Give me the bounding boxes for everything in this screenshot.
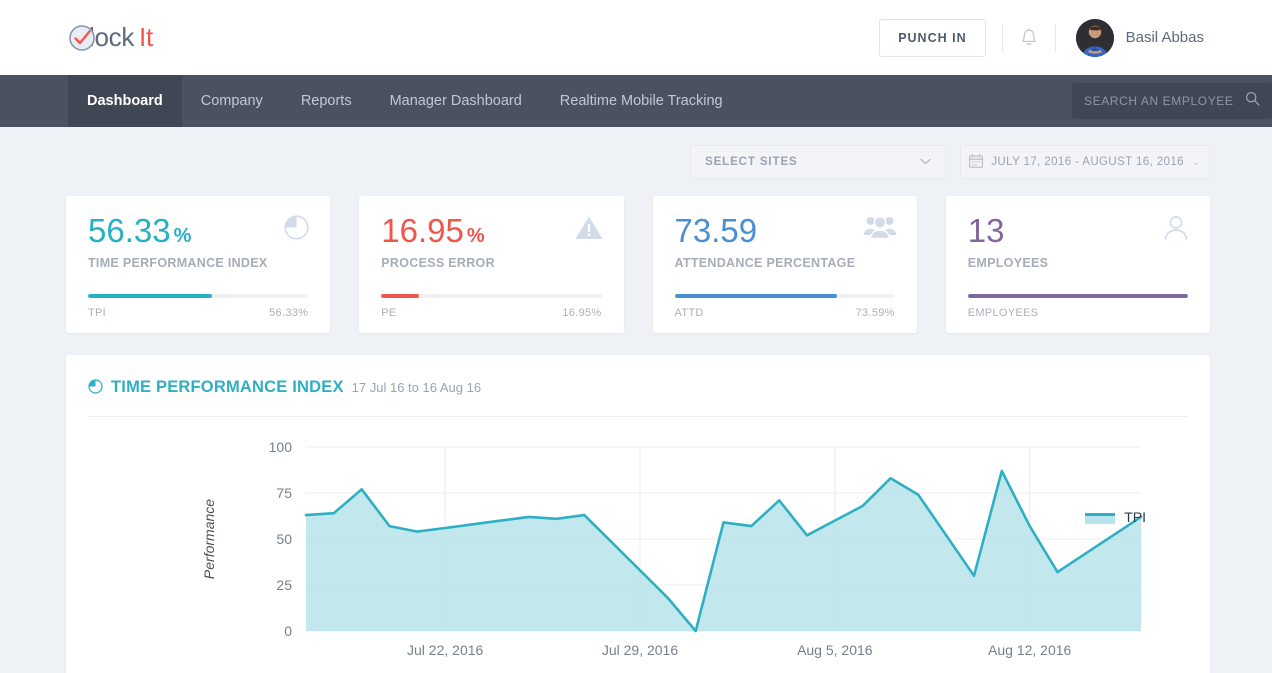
chart-plot-area: 0 25 50 75 100 Jul 22, 2016 Jul 29, 2016 Aug 5,… [88, 417, 1188, 673]
nav-item-realtime-mobile-tracking[interactable]: Realtime Mobile Tracking [541, 75, 742, 127]
filter-row: SELECT SITES JULY 17, 2016 - AUGUST 16, … [0, 127, 1272, 179]
chart-subtitle: 17 Jul 16 to 16 Aug 16 [351, 380, 482, 395]
kpi-value: 16.95% [381, 212, 485, 249]
calendar-icon [969, 153, 984, 171]
chart-legend: TPI [1085, 509, 1146, 525]
kpi-cards: 56.33% TIME PERFORMANCE INDEX TPI 56.33%… [0, 179, 1272, 333]
kpi-code: EMPLOYEES [967, 307, 1039, 319]
user-icon [1162, 214, 1190, 247]
chevron-down-icon [920, 156, 931, 168]
logo-text: lock It [89, 22, 153, 53]
kpi-code: PE [381, 307, 397, 319]
chevron-down-icon: ⌄ [1191, 156, 1201, 168]
date-range-picker[interactable]: JULY 17, 2016 - AUGUST 16, 2016 ⌄ [960, 145, 1210, 179]
bell-icon[interactable] [1019, 27, 1039, 49]
kpi-card-employees[interactable]: 13 EMPLOYEES EMPLOYEES [945, 196, 1210, 333]
kpi-footer: PE 16.95% [381, 307, 601, 319]
kpi-value: 73.59 [674, 212, 758, 249]
kpi-percent: 73.59% [855, 307, 895, 319]
divider [1001, 23, 1003, 52]
svg-text:25: 25 [276, 577, 292, 593]
app-logo[interactable]: lock It [68, 22, 153, 53]
divider [1054, 23, 1056, 52]
kpi-footer: EMPLOYEES [968, 307, 1188, 319]
search-input[interactable] [1084, 94, 1245, 108]
search-icon[interactable] [1245, 91, 1260, 111]
search-box[interactable] [1072, 83, 1272, 119]
nav-item-reports[interactable]: Reports [282, 75, 371, 127]
kpi-value: 13 [967, 212, 1005, 249]
kpi-progress-bar [88, 294, 309, 298]
kpi-progress-bar [967, 294, 1188, 298]
chart-header: TIME PERFORMANCE INDEX 17 Jul 16 to 16 A… [88, 377, 1188, 397]
legend-swatch-tpi [1085, 511, 1116, 524]
time-performance-index-area-chart[interactable]: 0 25 50 75 100 Jul 22, 2016 Jul 29, 2016 Aug 5,… [66, 417, 1166, 673]
header-right: PUNCH IN Basil Abbas [879, 18, 1204, 57]
kpi-value: 56.33% [88, 212, 192, 249]
legend-label-tpi: TPI [1124, 509, 1146, 525]
punch-in-button[interactable]: PUNCH IN [879, 18, 986, 57]
pie-chart-icon [283, 214, 310, 246]
kpi-label: ATTENDANCE PERCENTAGE [674, 256, 856, 270]
kpi-card-attendance[interactable]: 73.59 ATTENDANCE PERCENTAGE ATTD 73.59% [652, 196, 917, 333]
main-nav: Dashboard Company Reports Manager Dashbo… [0, 75, 1272, 127]
select-sites-dropdown[interactable]: SELECT SITES [690, 145, 946, 179]
kpi-label: EMPLOYEES [967, 256, 1049, 270]
kpi-code: TPI [88, 307, 107, 319]
svg-text:100: 100 [269, 439, 293, 455]
svg-text:Aug 5, 2016: Aug 5, 2016 [797, 642, 873, 658]
kpi-progress-bar [674, 294, 895, 298]
chart-card: TIME PERFORMANCE INDEX 17 Jul 16 to 16 A… [66, 355, 1210, 673]
date-range-label: JULY 17, 2016 - AUGUST 16, 2016 [991, 156, 1184, 168]
kpi-progress-bar [381, 294, 602, 298]
svg-text:Aug 12, 2016: Aug 12, 2016 [988, 642, 1072, 658]
kpi-label: TIME PERFORMANCE INDEX [88, 256, 268, 270]
logo-text-accent: It [139, 22, 153, 52]
user-name[interactable]: Basil Abbas [1126, 29, 1204, 46]
kpi-card-process-error[interactable]: 16.95% PROCESS ERROR PE 16.95% [359, 196, 624, 333]
nav-item-manager-dashboard[interactable]: Manager Dashboard [371, 75, 541, 127]
svg-text:Performance: Performance [201, 499, 217, 579]
avatar[interactable] [1075, 18, 1114, 57]
kpi-code: ATTD [674, 307, 704, 319]
svg-text:Jul 22, 2016: Jul 22, 2016 [407, 642, 483, 658]
svg-text:75: 75 [276, 485, 292, 501]
kpi-footer: ATTD 73.59% [675, 307, 895, 319]
top-bar: lock It PUNCH IN Basil Abbas [0, 0, 1272, 75]
svg-text:0: 0 [284, 623, 292, 639]
svg-text:Jul 29, 2016: Jul 29, 2016 [602, 642, 678, 658]
people-group-icon [863, 214, 897, 245]
kpi-label: PROCESS ERROR [381, 256, 495, 270]
chart-title: TIME PERFORMANCE INDEX [111, 378, 344, 396]
svg-text:50: 50 [276, 531, 292, 547]
clock-check-icon [68, 24, 96, 52]
nav-item-company[interactable]: Company [182, 75, 282, 127]
select-sites-label: SELECT SITES [705, 156, 798, 168]
nav-item-dashboard[interactable]: Dashboard [68, 75, 182, 127]
kpi-percent: 56.33% [269, 307, 309, 319]
kpi-card-tpi[interactable]: 56.33% TIME PERFORMANCE INDEX TPI 56.33% [66, 196, 331, 333]
kpi-footer: TPI 56.33% [88, 307, 308, 319]
pie-chart-icon [88, 379, 103, 399]
warning-triangle-icon [574, 214, 604, 246]
kpi-percent: 16.95% [562, 307, 602, 319]
